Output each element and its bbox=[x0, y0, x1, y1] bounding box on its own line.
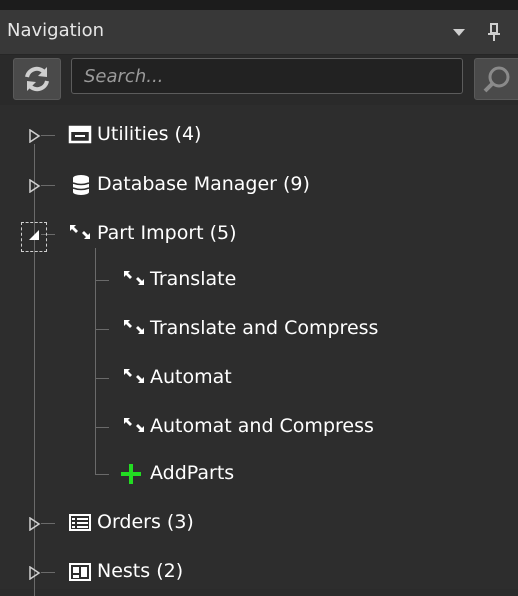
import-arrows-icon bbox=[121, 366, 147, 390]
tree-item-label: Nests (2) bbox=[97, 560, 184, 582]
database-icon bbox=[70, 173, 96, 197]
tree-item-automat-and-compress[interactable]: Automat and Compress bbox=[0, 409, 518, 445]
import-arrows-icon bbox=[67, 222, 93, 246]
tree-item-label: Automat bbox=[150, 366, 232, 388]
pin-icon[interactable] bbox=[484, 22, 504, 42]
import-arrows-icon bbox=[121, 268, 147, 292]
expand-triangle-icon[interactable] bbox=[27, 128, 41, 144]
refresh-button[interactable] bbox=[13, 58, 61, 100]
tree-item-automat[interactable]: Automat bbox=[0, 360, 518, 396]
navigation-panel: Navigation Search... Utilities (4) Datab… bbox=[0, 0, 518, 596]
tree-item-label: Translate bbox=[150, 268, 237, 290]
nests-icon bbox=[67, 560, 93, 584]
import-arrows-icon bbox=[121, 317, 147, 341]
search-icon bbox=[483, 66, 510, 93]
tree-item-database-manager[interactable]: Database Manager (9) bbox=[0, 167, 518, 203]
panel-title: Navigation bbox=[7, 20, 105, 41]
tree-item-label: Translate and Compress bbox=[150, 317, 379, 339]
expand-triangle-icon[interactable] bbox=[27, 565, 41, 581]
tree-item-utilities[interactable]: Utilities (4) bbox=[0, 117, 518, 153]
focus-indicator bbox=[21, 222, 47, 252]
search-button[interactable] bbox=[474, 58, 518, 100]
expand-triangle-icon[interactable] bbox=[27, 178, 41, 194]
search-input[interactable] bbox=[71, 58, 463, 94]
panel-header: Navigation bbox=[0, 10, 518, 55]
window-icon bbox=[67, 123, 93, 147]
tree-item-part-import[interactable]: Part Import (5) bbox=[0, 216, 518, 252]
tree-item-addparts[interactable]: AddParts bbox=[0, 456, 518, 492]
list-icon bbox=[67, 511, 93, 535]
tree-item-label: Orders (3) bbox=[97, 511, 194, 533]
tree-item-translate-and-compress[interactable]: Translate and Compress bbox=[0, 311, 518, 347]
tree-item-label: Database Manager (9) bbox=[97, 173, 310, 195]
chevron-down-icon[interactable] bbox=[449, 22, 469, 42]
refresh-icon bbox=[25, 66, 49, 92]
tree-item-nests[interactable]: Nests (2) bbox=[0, 554, 518, 590]
import-arrows-icon bbox=[121, 415, 147, 439]
tree-item-label: Utilities (4) bbox=[97, 123, 202, 145]
tree-item-label: Automat and Compress bbox=[150, 415, 374, 437]
tree-item-label: AddParts bbox=[150, 462, 235, 484]
tree-item-translate[interactable]: Translate bbox=[0, 262, 518, 298]
tree-item-orders[interactable]: Orders (3) bbox=[0, 505, 518, 541]
add-icon bbox=[118, 462, 144, 486]
expand-triangle-icon[interactable] bbox=[27, 516, 41, 532]
top-border bbox=[0, 0, 518, 10]
navigation-tree: Utilities (4) Database Manager (9) Part … bbox=[0, 110, 518, 596]
tree-item-label: Part Import (5) bbox=[97, 222, 237, 244]
